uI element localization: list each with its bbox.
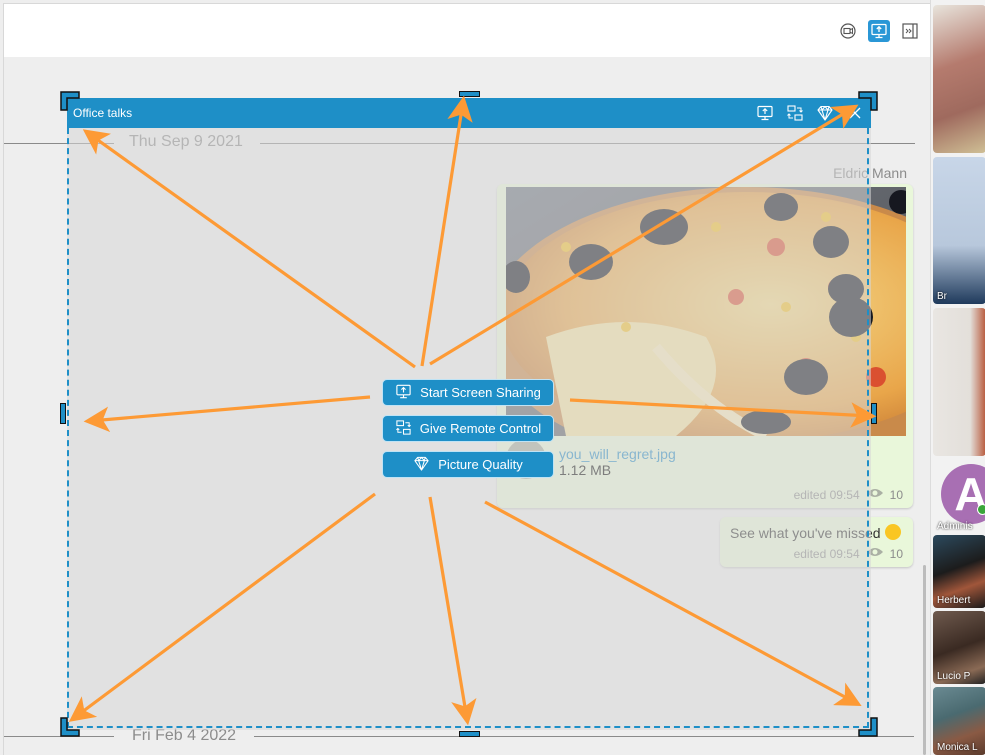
participant-tile[interactable]: Lucio P: [933, 611, 985, 684]
online-status-icon: [977, 504, 985, 515]
participants-sidebar: Br A Adminis Herbert Lucio P Monica L: [930, 0, 985, 755]
picture-quality-icon[interactable]: [815, 103, 835, 123]
date-divider-line: [4, 736, 114, 737]
view-count: 10: [889, 546, 903, 561]
video-call-icon[interactable]: [837, 20, 859, 42]
overlay-header[interactable]: Office talks: [67, 98, 871, 128]
top-bar: [3, 3, 931, 58]
overlay-toolbar: [755, 103, 865, 123]
diamond-icon: [413, 455, 430, 475]
participant-tile[interactable]: Monica L: [933, 687, 985, 755]
resize-handle-right[interactable]: [871, 403, 877, 424]
resize-handle-left[interactable]: [60, 403, 66, 424]
remote-control-icon: [395, 419, 412, 439]
resize-handle-top-left[interactable]: [60, 91, 80, 111]
resize-handle-bottom-left[interactable]: [60, 717, 80, 737]
screen-share-icon[interactable]: [755, 103, 775, 123]
resize-handle-bottom[interactable]: [459, 731, 480, 737]
remote-control-icon[interactable]: [785, 103, 805, 123]
resize-handle-bottom-right[interactable]: [858, 717, 878, 737]
collapse-panel-icon[interactable]: [899, 20, 921, 42]
participant-tile[interactable]: [933, 5, 985, 153]
chat-scrollbar[interactable]: [923, 565, 926, 755]
participant-tile[interactable]: [933, 308, 985, 456]
give-remote-control-button[interactable]: Give Remote Control: [382, 415, 554, 442]
top-toolbar: [837, 20, 921, 42]
participant-tile[interactable]: A Adminis: [933, 458, 985, 532]
picture-quality-button[interactable]: Picture Quality: [382, 451, 554, 478]
avatar: A: [941, 464, 985, 524]
participant-tile[interactable]: Herbert: [933, 535, 985, 608]
screen-share-icon: [395, 383, 412, 403]
screen-share-icon[interactable]: [868, 20, 890, 42]
resize-handle-top-right[interactable]: [858, 91, 878, 111]
relieved-face-icon: [884, 524, 901, 540]
participant-tile[interactable]: Br: [933, 157, 985, 304]
start-screen-sharing-button[interactable]: Start Screen Sharing: [382, 379, 554, 406]
resize-handle-top[interactable]: [459, 91, 480, 97]
view-count: 10: [889, 487, 903, 502]
overlay-title: Office talks: [73, 106, 133, 120]
date-divider-line: [254, 736, 914, 737]
